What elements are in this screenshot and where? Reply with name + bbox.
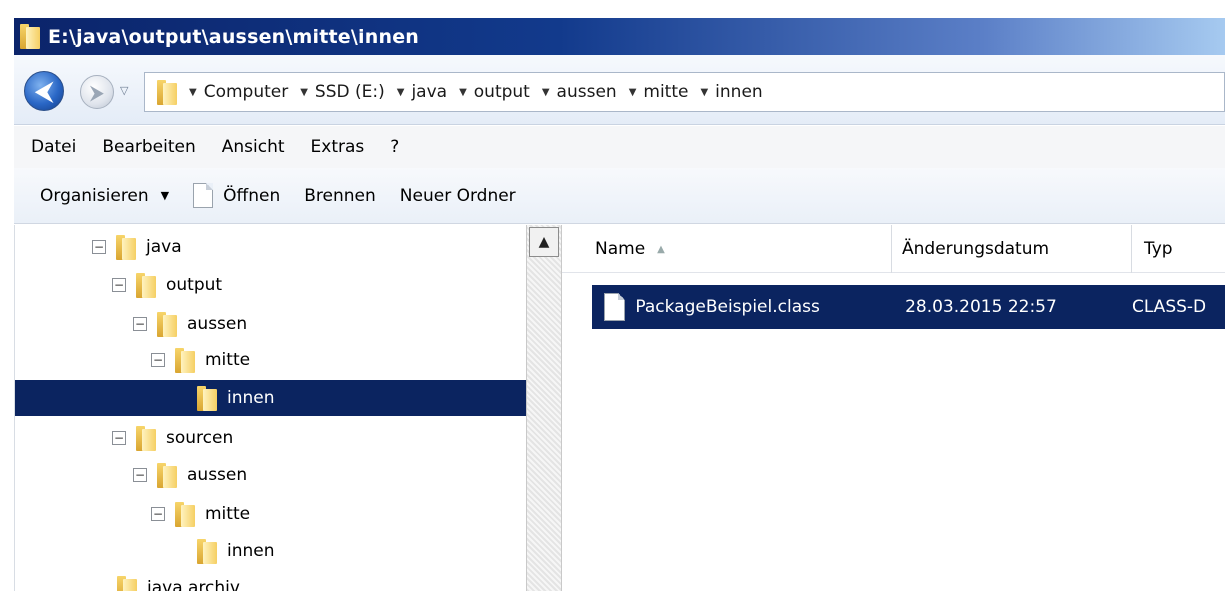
organize-button[interactable]: Organisieren ▼: [40, 186, 169, 206]
tree-item-sourcen[interactable]: − sourcen: [15, 420, 527, 456]
new-folder-button[interactable]: Neuer Ordner: [400, 186, 516, 206]
tree-scrollbar[interactable]: ▲: [526, 225, 562, 591]
column-header-name[interactable]: Name ▲: [562, 225, 892, 273]
breadcrumb-innen[interactable]: ▼ innen: [700, 82, 762, 102]
folder-icon: [197, 538, 217, 564]
menu-ansicht[interactable]: Ansicht: [222, 137, 285, 157]
tree-item-innen[interactable]: innen: [15, 533, 527, 569]
collapse-icon[interactable]: −: [151, 507, 165, 521]
folder-icon: [175, 501, 195, 527]
folder-icon: [117, 575, 137, 591]
column-header-date[interactable]: Änderungsdatum: [892, 225, 1132, 273]
menu-bearbeiten[interactable]: Bearbeiten: [102, 137, 195, 157]
column-headers: Name ▲ Änderungsdatum Typ: [562, 225, 1225, 273]
breadcrumb-java[interactable]: ▼ java: [397, 82, 447, 102]
breadcrumb-ssd[interactable]: ▼ SSD (E:): [300, 82, 385, 102]
tree-item-aussen[interactable]: − aussen: [15, 457, 527, 493]
folder-tree[interactable]: − java − output − aussen − mitte innen −…: [14, 225, 527, 591]
breadcrumb-computer[interactable]: ▼ Computer: [189, 82, 288, 102]
folder-icon: [157, 462, 177, 488]
window-title: E:\java\output\aussen\mitte\innen: [48, 25, 420, 48]
folder-icon: [20, 24, 40, 49]
forward-arrow-icon: ⮞: [89, 80, 105, 104]
navigation-bar: ⮜ ⮞ ▽ ▼ Computer ▼ SSD (E:) ▼ java ▼ output …: [14, 55, 1225, 125]
tree-item-aussen[interactable]: − aussen: [15, 306, 527, 342]
file-name: PackageBeispiel.class: [635, 297, 820, 317]
collapse-icon[interactable]: −: [133, 317, 147, 331]
scroll-up-button[interactable]: ▲: [529, 227, 559, 257]
tree-item-output[interactable]: − output: [15, 267, 527, 303]
file-row[interactable]: PackageBeispiel.class 28.03.2015 22:57 C…: [592, 285, 1225, 329]
chevron-down-icon[interactable]: ▼: [629, 87, 637, 98]
menu-bar: Datei Bearbeiten Ansicht Extras ?: [14, 126, 1225, 168]
chevron-down-icon: ▼: [160, 189, 170, 202]
tree-item-java[interactable]: − java: [15, 229, 527, 265]
tree-item-mitte[interactable]: − mitte: [15, 496, 527, 532]
column-header-type[interactable]: Typ: [1132, 225, 1225, 273]
breadcrumb-aussen[interactable]: ▼ aussen: [542, 82, 617, 102]
back-arrow-icon: ⮜: [35, 77, 53, 105]
chevron-down-icon[interactable]: ▼: [189, 87, 197, 98]
folder-icon: [136, 425, 156, 451]
address-bar[interactable]: ▼ Computer ▼ SSD (E:) ▼ java ▼ output ▼ ausse…: [144, 72, 1225, 112]
triangle-up-icon: ▲: [538, 234, 550, 250]
chevron-down-icon[interactable]: ▼: [459, 87, 467, 98]
menu-extras[interactable]: Extras: [311, 137, 365, 157]
chevron-down-icon[interactable]: ▼: [397, 87, 405, 98]
sort-ascending-icon: ▲: [657, 243, 665, 255]
collapse-icon[interactable]: −: [133, 468, 147, 482]
folder-icon: [157, 311, 177, 337]
file-list[interactable]: Name ▲ Änderungsdatum Typ PackageBeispie…: [562, 225, 1225, 591]
menu-datei[interactable]: Datei: [31, 137, 76, 157]
folder-icon: [116, 234, 136, 260]
tree-item-java-archiv[interactable]: java archiv: [15, 570, 527, 591]
file-icon: [604, 293, 626, 321]
chevron-down-icon[interactable]: ▼: [542, 87, 550, 98]
collapse-icon[interactable]: −: [92, 240, 106, 254]
tree-item-mitte[interactable]: − mitte: [15, 342, 527, 378]
document-icon: [193, 183, 214, 208]
folder-icon: [136, 272, 156, 298]
command-bar: Organisieren ▼ Öffnen Brennen Neuer Ordn…: [14, 168, 1225, 224]
collapse-icon[interactable]: −: [151, 353, 165, 367]
file-type: CLASS-D: [1131, 297, 1207, 317]
file-date: 28.03.2015 22:57: [905, 297, 1057, 317]
chevron-down-icon[interactable]: ▼: [700, 87, 708, 98]
burn-button[interactable]: Brennen: [304, 186, 376, 206]
title-bar: E:\java\output\aussen\mitte\innen: [0, 0, 1225, 55]
folder-icon: [175, 347, 195, 373]
breadcrumb-mitte[interactable]: ▼ mitte: [629, 82, 689, 102]
collapse-icon[interactable]: −: [112, 431, 126, 445]
tree-item-innen-selected[interactable]: innen: [15, 380, 527, 416]
chevron-down-icon: ▽: [120, 84, 129, 97]
chevron-down-icon[interactable]: ▼: [300, 87, 308, 98]
forward-button[interactable]: ⮞: [80, 75, 114, 109]
breadcrumb-output[interactable]: ▼ output: [459, 82, 530, 102]
recent-pages-dropdown[interactable]: ▽: [120, 85, 132, 97]
menu-help[interactable]: ?: [390, 137, 399, 157]
open-button[interactable]: Öffnen: [193, 183, 280, 208]
folder-icon: [197, 385, 217, 411]
back-button[interactable]: ⮜: [24, 71, 64, 111]
collapse-icon[interactable]: −: [112, 278, 126, 292]
title-strip[interactable]: E:\java\output\aussen\mitte\innen: [14, 18, 1225, 55]
folder-icon: [157, 79, 177, 105]
